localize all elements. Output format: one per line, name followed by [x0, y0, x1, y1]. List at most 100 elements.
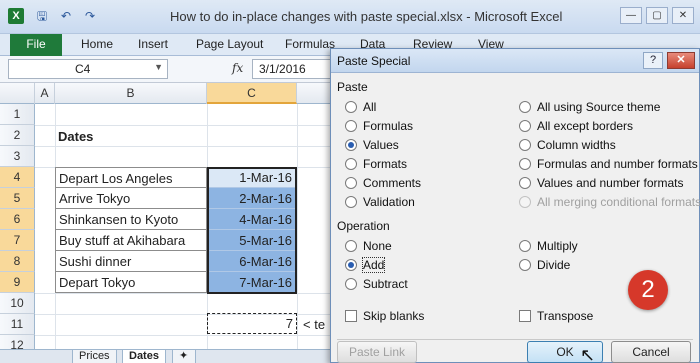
radio-button[interactable]: [345, 101, 357, 113]
radio-button[interactable]: [519, 139, 531, 151]
radio-all-merging-conditional-formats: All merging conditional formats: [519, 195, 700, 209]
item-label-cell[interactable]: Arrive Tokyo: [55, 188, 207, 209]
row-header[interactable]: 6: [0, 209, 35, 230]
row-header[interactable]: 7: [0, 230, 35, 251]
radio-button[interactable]: [345, 139, 357, 151]
radio-paste-comments[interactable]: Comments: [345, 176, 421, 190]
option-label: All: [363, 100, 377, 114]
radio-button[interactable]: [345, 158, 357, 170]
option-label: Skip blanks: [363, 309, 425, 323]
radio-button[interactable]: [345, 278, 357, 290]
option-label: Validation: [363, 195, 415, 209]
radio-button[interactable]: [519, 120, 531, 132]
option-label: Transpose: [537, 309, 594, 323]
transpose-checkbox[interactable]: Transpose: [519, 309, 593, 323]
date-cell[interactable]: 7-Mar-16: [208, 272, 296, 293]
item-label-cell[interactable]: Depart Tokyo: [55, 272, 207, 293]
radio-operation-none[interactable]: None: [345, 239, 392, 253]
gridline: [297, 104, 298, 363]
sheet-tab-prices[interactable]: Prices: [72, 350, 117, 363]
radio-paste-values[interactable]: Values: [345, 138, 399, 152]
step-number-badge: 2: [628, 270, 668, 310]
radio-button[interactable]: [519, 240, 531, 252]
column-header-c[interactable]: C: [207, 83, 297, 104]
radio-paste-formulas[interactable]: Formulas: [345, 119, 413, 133]
row-header[interactable]: 1: [0, 104, 35, 125]
row-header[interactable]: 2: [0, 125, 35, 146]
radio-formulas-and-number-formats[interactable]: Formulas and number formats: [519, 157, 698, 171]
checkbox[interactable]: [519, 310, 531, 322]
column-header-b[interactable]: B: [55, 83, 207, 104]
item-label-cell[interactable]: Buy stuff at Akihabara: [55, 230, 207, 251]
radio-button: [519, 196, 531, 208]
date-cell[interactable]: 5-Mar-16: [208, 230, 296, 251]
radio-button[interactable]: [345, 259, 357, 271]
radio-operation-subtract[interactable]: Subtract: [345, 277, 408, 291]
item-label-cell[interactable]: Sushi dinner: [55, 251, 207, 272]
radio-paste-all[interactable]: All: [345, 100, 376, 114]
radio-button[interactable]: [519, 101, 531, 113]
radio-button[interactable]: [345, 240, 357, 252]
tab-formulas[interactable]: Formulas: [285, 37, 335, 51]
sheet-tab-dates[interactable]: Dates: [122, 350, 166, 363]
insert-sheet-icon[interactable]: ✦: [172, 350, 196, 363]
radio-operation-divide[interactable]: Divide: [519, 258, 570, 272]
maximize-button[interactable]: ▢: [646, 7, 668, 24]
date-cell[interactable]: 4-Mar-16: [208, 209, 296, 230]
tab-page-layout[interactable]: Page Layout: [196, 37, 263, 51]
row-header[interactable]: 10: [0, 293, 35, 314]
row-header[interactable]: 8: [0, 251, 35, 272]
close-window-button[interactable]: ✕: [672, 7, 694, 24]
tab-file[interactable]: File: [10, 34, 62, 56]
radio-button[interactable]: [345, 177, 357, 189]
note-cell[interactable]: < te: [303, 314, 329, 335]
function-icon[interactable]: fx: [232, 61, 243, 75]
date-cell[interactable]: 2-Mar-16: [208, 188, 296, 209]
redo-icon[interactable]: ↷: [82, 8, 98, 24]
radio-paste-validation[interactable]: Validation: [345, 195, 415, 209]
radio-button[interactable]: [345, 196, 357, 208]
row-header[interactable]: 9: [0, 272, 35, 293]
column-header-a[interactable]: A: [35, 83, 55, 104]
checkbox[interactable]: [345, 310, 357, 322]
name-box[interactable]: C4 ▼: [8, 59, 168, 79]
row-header[interactable]: 11: [0, 314, 35, 335]
skip-blanks-checkbox[interactable]: Skip blanks: [345, 309, 424, 323]
paste-special-dialog: Paste Special ? ✕ Paste All Formulas Val…: [330, 48, 700, 363]
option-label: Multiply: [537, 239, 578, 253]
radio-button[interactable]: [345, 120, 357, 132]
row-header[interactable]: 4: [0, 167, 35, 188]
row-header[interactable]: 3: [0, 146, 35, 167]
undo-icon[interactable]: ↶: [58, 8, 74, 24]
radio-button[interactable]: [519, 158, 531, 170]
radio-button[interactable]: [519, 177, 531, 189]
option-label: Values: [363, 138, 399, 152]
dialog-close-button[interactable]: ✕: [667, 52, 695, 69]
dates-heading-cell[interactable]: Dates: [58, 126, 93, 147]
item-label-cell[interactable]: Depart Los Angeles: [55, 167, 207, 188]
radio-column-widths[interactable]: Column widths: [519, 138, 616, 152]
radio-operation-add[interactable]: Add: [345, 257, 386, 273]
chevron-down-icon[interactable]: ▼: [154, 62, 163, 72]
select-all-corner[interactable]: [0, 83, 35, 104]
radio-operation-multiply[interactable]: Multiply: [519, 239, 578, 253]
radio-button[interactable]: [519, 259, 531, 271]
row-header[interactable]: 5: [0, 188, 35, 209]
radio-all-except-borders[interactable]: All except borders: [519, 119, 633, 133]
tab-home[interactable]: Home: [81, 37, 113, 51]
tab-insert[interactable]: Insert: [138, 37, 168, 51]
help-button[interactable]: ?: [643, 52, 663, 69]
minimize-button[interactable]: —: [620, 7, 642, 24]
option-label: Add: [361, 257, 386, 273]
date-cell[interactable]: 6-Mar-16: [208, 251, 296, 272]
radio-paste-formats[interactable]: Formats: [345, 157, 407, 171]
option-label: Formats: [363, 157, 408, 171]
item-label-cell[interactable]: Shinkansen to Kyoto: [55, 209, 207, 230]
radio-values-and-number-formats[interactable]: Values and number formats: [519, 176, 684, 190]
save-icon[interactable]: 🖫: [34, 8, 50, 24]
date-cell[interactable]: 1-Mar-16: [208, 167, 296, 188]
option-label: Values and number formats: [537, 176, 684, 190]
cancel-button[interactable]: Cancel: [611, 341, 691, 363]
radio-all-using-source-theme[interactable]: All using Source theme: [519, 100, 660, 114]
copied-cell-marquee[interactable]: 7: [207, 313, 297, 334]
